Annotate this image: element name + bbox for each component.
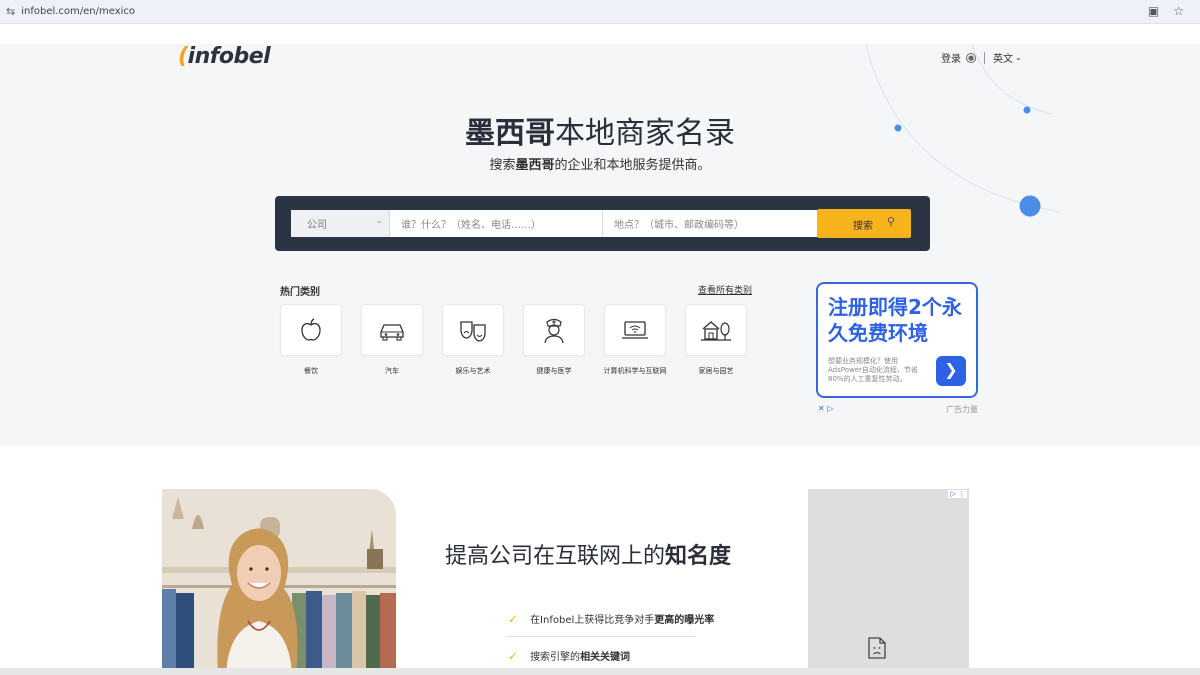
category-card[interactable] [604, 304, 666, 356]
category-item-car[interactable]: 汽车 [361, 304, 423, 376]
language-selector[interactable]: 英文 [993, 50, 1013, 65]
category-item-home-garden[interactable]: 家居与园艺 [685, 304, 747, 376]
decor-dot-large [1019, 195, 1041, 217]
category-card[interactable] [442, 304, 504, 356]
promo-feature-item: ✓ 搜索引擎的 相关关键词 [508, 648, 631, 664]
house-garden-icon [701, 321, 731, 341]
category-item-computing[interactable]: 计算机科学与互联网 [604, 304, 667, 376]
category-card[interactable] [280, 304, 342, 356]
page-subtitle: 搜索墨西哥的企业和本地服务提供商。 [489, 158, 711, 173]
promo-photo [162, 489, 396, 675]
shop-owner-photo [162, 489, 396, 675]
category-select[interactable]: 公司 ⌄ [291, 210, 390, 237]
broken-image-icon [868, 637, 886, 659]
ad-text: 想要业务规模化？使用AdsPower自动化流程，节省80%的人工重复性劳动。 [828, 357, 918, 383]
nav-divider [984, 51, 985, 64]
checkmark-icon: ✓ [508, 611, 519, 626]
category-card[interactable] [685, 304, 747, 356]
hero-section: (infobel 登录 ● 英文 ⌄ 墨西哥本地商家名录 搜索墨西哥的企业和本地… [0, 44, 1200, 446]
category-item-entertainment[interactable]: 娱乐与艺术 [442, 304, 504, 376]
site-settings-icon[interactable]: ⇆ [6, 5, 15, 18]
what-input[interactable]: 谁？什么？（姓名、电话……） [390, 210, 603, 237]
category-card[interactable] [523, 304, 585, 356]
nurse-icon [544, 318, 564, 344]
theater-masks-icon [460, 321, 486, 342]
search-button[interactable]: 搜索 ⚲ [817, 209, 911, 238]
translate-icon[interactable]: ▣ [1148, 4, 1159, 18]
adchoices-icon[interactable]: ✕ ▷ [818, 404, 833, 413]
ad-arrow-button[interactable]: ❯ [936, 356, 966, 386]
adspower-ad[interactable]: 注册即得2个永久免费环境 想要业务规模化？使用AdsPower自动化流程，节省8… [816, 282, 978, 398]
category-item-health[interactable]: 健康与医学 [523, 304, 585, 376]
adchoices-icon[interactable]: ▷ ⋮ [948, 490, 967, 498]
top-nav: 登录 ● 英文 ⌄ [941, 50, 1022, 65]
search-icon: ⚲ [886, 215, 895, 228]
chevron-down-icon[interactable]: ⌄ [1015, 53, 1022, 62]
apple-icon [301, 318, 321, 341]
ad-title: 注册即得2个永久免费环境 [828, 295, 962, 345]
promo-feature-item: ✓ 在Infobel上获得比竞争对手 更高的曝光率 [508, 611, 715, 627]
view-all-categories-link[interactable]: 查看所有类别 [698, 283, 752, 296]
address-field[interactable]: ⇆ infobel.com/en/mexico [6, 5, 135, 18]
category-card[interactable] [361, 304, 423, 356]
laptop-wifi-icon [622, 321, 648, 339]
browser-address-bar: ⇆ infobel.com/en/mexico ▣ ☆ [0, 0, 1200, 24]
user-icon[interactable]: ● [966, 52, 976, 63]
horizontal-scrollbar[interactable] [0, 668, 1200, 675]
category-item-food[interactable]: 餐饮 [280, 304, 342, 376]
ad-placeholder[interactable]: ▷ ⋮ [808, 489, 969, 675]
promo-divider [506, 636, 696, 637]
ad-footer-label: 广告力量 [946, 405, 978, 414]
checkmark-icon: ✓ [508, 648, 519, 663]
page-title: 墨西哥本地商家名录 [465, 116, 735, 151]
bookmark-star-icon[interactable]: ☆ [1173, 4, 1184, 18]
chevron-down-icon: ⌄ [375, 216, 383, 226]
address-url[interactable]: infobel.com/en/mexico [21, 6, 135, 17]
promo-title: 提高公司在互联网上的知名度 [445, 544, 732, 569]
popular-categories-heading: 热门类别 [280, 287, 320, 298]
where-input[interactable]: 地点？（城市、邮政编码等） [603, 210, 817, 237]
infobel-logo[interactable]: (infobel [178, 44, 271, 69]
login-link[interactable]: 登录 [941, 50, 961, 65]
search-bar: 公司 ⌄ 谁？什么？（姓名、电话……） 地点？（城市、邮政编码等） 搜索 ⚲ [275, 196, 930, 251]
car-icon [380, 324, 404, 341]
